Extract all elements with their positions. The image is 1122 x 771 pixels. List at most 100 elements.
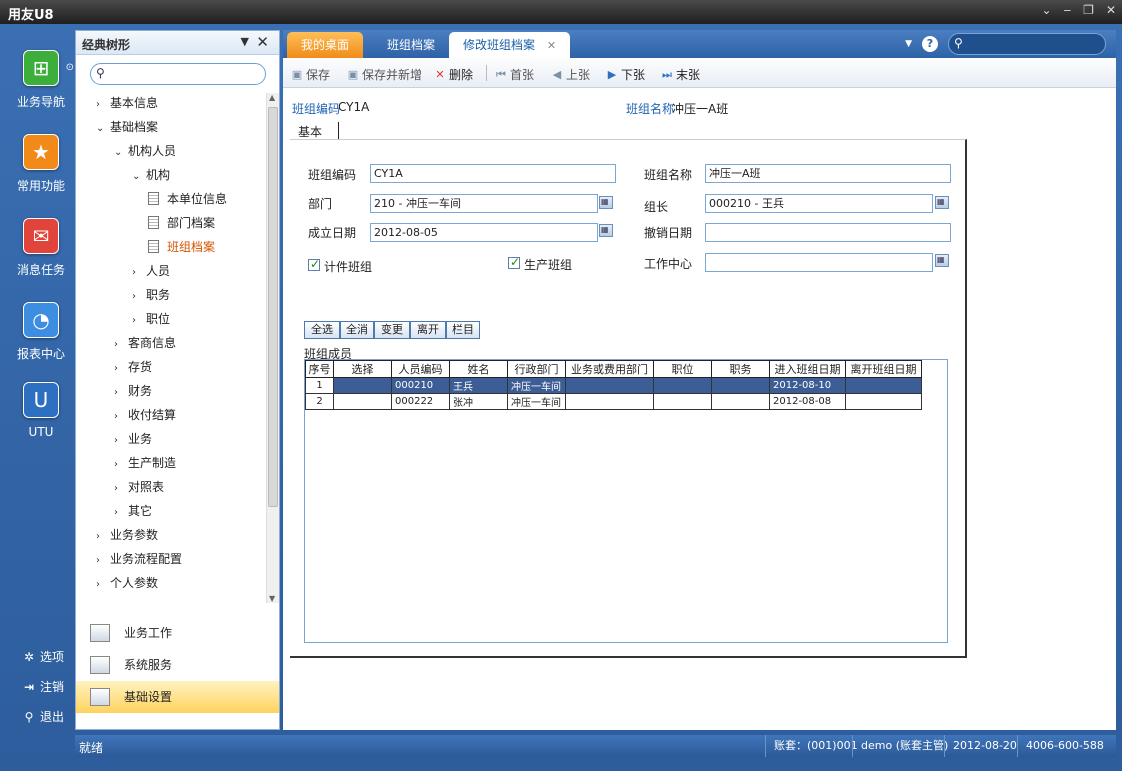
tree-item[interactable]: 部门档案	[148, 213, 215, 233]
scroll-up-icon[interactable]: ▲	[269, 93, 275, 102]
table-cell[interactable]	[845, 377, 922, 394]
name-input[interactable]: 冲压一A班	[705, 164, 951, 183]
lookup-icon[interactable]: ▦	[599, 196, 613, 209]
section-basic-settings[interactable]: 基础设置	[76, 681, 279, 713]
chevron-right-icon[interactable]: ›	[96, 527, 110, 547]
table-cell[interactable]: 2012-08-10	[769, 377, 846, 394]
exit-button[interactable]: ⚲ 退出	[22, 708, 64, 725]
chevron-right-icon[interactable]: ›	[114, 383, 128, 403]
table-cell[interactable]	[333, 377, 392, 394]
lookup-icon[interactable]: ▦	[935, 196, 949, 209]
chevron-right-icon[interactable]: ›	[96, 575, 110, 595]
table-row[interactable]: 2 000222 张冲 冲压一车间 2012-08-08	[305, 393, 922, 410]
tree-item[interactable]: ⌄ 机构人员	[114, 141, 176, 161]
prev-button[interactable]: ◀ 上张	[551, 66, 590, 83]
scroll-down-icon[interactable]: ▼	[269, 594, 275, 603]
cancel-date-input[interactable]	[705, 223, 951, 242]
tab-close-icon[interactable]: ✕	[547, 39, 556, 52]
section-system-service[interactable]: 系统服务	[76, 649, 279, 681]
column-header[interactable]: 进入班组日期	[769, 360, 846, 378]
expand-circle-icon[interactable]: ⊙	[66, 62, 74, 73]
column-header[interactable]: 职务	[711, 360, 770, 378]
chevron-right-icon[interactable]: ›	[114, 431, 128, 451]
chevron-right-icon[interactable]: ›	[132, 311, 146, 331]
columns-button[interactable]: 栏目	[446, 321, 480, 339]
nav-tile-utu[interactable]: U UTU	[8, 382, 74, 462]
tree-search-input[interactable]: ⚲	[90, 63, 266, 85]
close-icon[interactable]: ✕	[256, 33, 269, 51]
nav-tile-message-tasks[interactable]: ✉ 消息任务	[8, 218, 74, 298]
tree-item[interactable]: › 其它	[114, 501, 152, 521]
help-icon[interactable]: ?	[922, 36, 938, 52]
minimize-icon[interactable]: ‒	[1064, 3, 1072, 17]
chevron-down-icon[interactable]: ⌄	[96, 119, 110, 139]
options-button[interactable]: ✲ 选项	[22, 648, 64, 665]
tree-item[interactable]: › 业务参数	[96, 525, 158, 545]
tree-item[interactable]: 班组档案	[148, 237, 215, 257]
global-search-input[interactable]: ⚲	[948, 33, 1106, 55]
table-cell[interactable]	[565, 393, 654, 410]
tab-edit-team-archive[interactable]: 修改班组档案 ✕	[449, 32, 571, 58]
table-cell[interactable]	[565, 377, 654, 394]
section-business-work[interactable]: 业务工作	[76, 617, 279, 649]
dropdown-icon[interactable]: ⌄	[1041, 3, 1051, 17]
chevron-down-icon[interactable]: ⌄	[132, 167, 146, 187]
tree-item[interactable]: › 对照表	[114, 477, 164, 497]
column-header[interactable]: 离开班组日期	[845, 360, 922, 378]
tree-item[interactable]: › 人员	[132, 261, 170, 281]
table-cell[interactable]: 张冲	[449, 393, 508, 410]
tree-item[interactable]: › 收付结算	[114, 405, 176, 425]
tree-item[interactable]: › 职位	[132, 309, 170, 329]
save-button[interactable]: ▣ 保存	[291, 66, 330, 83]
delete-button[interactable]: ✕ 删除	[434, 66, 473, 83]
tree-item[interactable]: › 财务	[114, 381, 152, 401]
column-header[interactable]: 业务或费用部门	[565, 360, 654, 378]
restore-icon[interactable]: ❐	[1083, 3, 1094, 17]
tree-item[interactable]: › 个人参数	[96, 573, 158, 593]
column-header[interactable]: 行政部门	[507, 360, 566, 378]
table-cell[interactable]: 冲压一车间	[507, 393, 566, 410]
chevron-right-icon[interactable]: ›	[132, 287, 146, 307]
table-row[interactable]: 1 000210 王兵 冲压一车间 2012-08-10	[305, 377, 922, 394]
change-button[interactable]: 变更	[374, 321, 410, 339]
close-icon[interactable]: ✕	[1106, 3, 1116, 17]
chevron-right-icon[interactable]: ›	[114, 503, 128, 523]
column-header[interactable]: 人员编码	[391, 360, 450, 378]
tree-item[interactable]: › 基本信息	[96, 93, 158, 113]
tree-item[interactable]: 本单位信息	[148, 189, 227, 209]
tree-item[interactable]: › 存货	[114, 357, 152, 377]
next-button[interactable]: ▶ 下张	[606, 66, 645, 83]
tree-item[interactable]: › 生产制造	[114, 453, 176, 473]
table-cell[interactable]	[711, 377, 770, 394]
table-cell[interactable]: 王兵	[449, 377, 508, 394]
chevron-right-icon[interactable]: ›	[96, 95, 110, 115]
column-header[interactable]: 职位	[653, 360, 712, 378]
table-cell[interactable]	[845, 393, 922, 410]
tab-team-archive[interactable]: 班组档案	[373, 32, 449, 58]
chevron-right-icon[interactable]: ›	[114, 335, 128, 355]
tree-item[interactable]: › 业务流程配置	[96, 549, 182, 569]
dropdown-icon[interactable]: ▼	[905, 39, 912, 49]
leader-input[interactable]: 000210 - 王兵	[705, 194, 933, 213]
deselect-all-button[interactable]: 全消	[340, 321, 374, 339]
table-cell[interactable]: 冲压一车间	[507, 377, 566, 394]
table-cell[interactable]	[653, 377, 712, 394]
table-cell[interactable]	[711, 393, 770, 410]
table-cell[interactable]	[653, 393, 712, 410]
chevron-right-icon[interactable]: ›	[114, 479, 128, 499]
tree-item[interactable]: › 客商信息	[114, 333, 176, 353]
sub-tab-basic[interactable]: 基本	[298, 123, 322, 140]
tree-item[interactable]: › 职务	[132, 285, 170, 305]
save-and-new-button[interactable]: ▣ 保存并新增	[347, 66, 422, 83]
column-header[interactable]: 序号	[305, 360, 334, 378]
column-header[interactable]: 选择	[333, 360, 392, 378]
table-cell[interactable]: 000222	[391, 393, 450, 410]
calendar-icon[interactable]: ▦	[599, 224, 613, 237]
chevron-right-icon[interactable]: ›	[132, 263, 146, 283]
dept-input[interactable]: 210 - 冲压一车间	[370, 194, 598, 213]
select-all-button[interactable]: 全选	[304, 321, 340, 339]
tree-item[interactable]: ⌄ 机构	[132, 165, 170, 185]
table-cell[interactable]: 2012-08-08	[769, 393, 846, 410]
chevron-right-icon[interactable]: ›	[114, 455, 128, 475]
logout-button[interactable]: ⇥ 注销	[22, 678, 64, 695]
